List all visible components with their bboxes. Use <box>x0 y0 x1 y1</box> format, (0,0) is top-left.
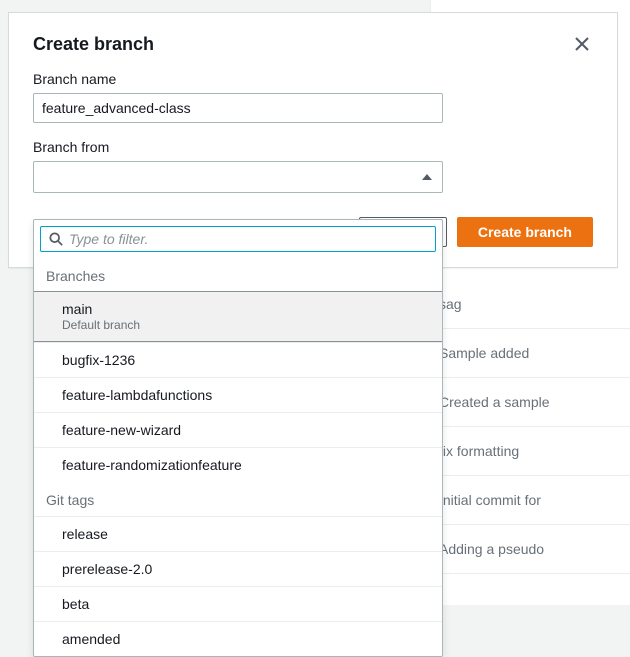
tag-option[interactable]: beta <box>34 586 442 621</box>
option-label: feature-new-wizard <box>62 422 181 438</box>
option-label: release <box>62 526 108 542</box>
create-branch-modal: Create branch Branch name Branch from Ca… <box>8 12 618 268</box>
branch-name-field: Branch name <box>33 71 593 123</box>
filter-input[interactable] <box>69 231 427 247</box>
search-icon <box>49 232 63 246</box>
background-row: Created a sample <box>431 378 630 427</box>
option-label: main <box>62 301 430 317</box>
branch-name-label: Branch name <box>33 71 593 87</box>
background-row: Initial commit for <box>431 476 630 525</box>
background-row: fix formatting <box>431 427 630 476</box>
option-label: feature-lambdafunctions <box>62 387 212 403</box>
branch-option[interactable]: feature-randomizationfeature <box>34 447 442 482</box>
branch-from-select[interactable] <box>33 161 443 193</box>
filter-container <box>40 226 436 252</box>
branch-from-label: Branch from <box>33 139 593 155</box>
branch-from-field: Branch from <box>33 139 593 193</box>
background-row-text: Created a sample <box>439 394 550 410</box>
option-label: feature-randomizationfeature <box>62 457 242 473</box>
tag-option[interactable]: amended <box>34 621 442 656</box>
background-row-text: fix formatting <box>439 443 519 459</box>
chevron-up-icon <box>422 174 432 180</box>
modal-title: Create branch <box>33 34 154 55</box>
create-branch-button[interactable]: Create branch <box>457 217 593 247</box>
modal-header: Create branch <box>9 13 617 71</box>
option-label: beta <box>62 596 89 612</box>
option-label: amended <box>62 631 120 647</box>
option-sublabel: Default branch <box>62 318 430 332</box>
option-label: prerelease-2.0 <box>62 561 152 577</box>
branches-group-header: Branches <box>34 258 442 292</box>
branch-option-main[interactable]: main Default branch <box>34 291 442 342</box>
background-row: Adding a pseudo <box>431 525 630 574</box>
close-button[interactable] <box>571 33 593 55</box>
branch-option[interactable]: feature-new-wizard <box>34 412 442 447</box>
background-row-text: Initial commit for <box>439 492 541 508</box>
background-row: Sample added <box>431 329 630 378</box>
branch-option[interactable]: feature-lambdafunctions <box>34 377 442 412</box>
background-row-text: Sample added <box>439 345 529 361</box>
tags-group-header: Git tags <box>34 482 442 516</box>
branch-option[interactable]: bugfix-1236 <box>34 342 442 377</box>
modal-body: Branch name Branch from <box>9 71 617 193</box>
branch-from-dropdown: Branches main Default branch bugfix-1236… <box>33 219 443 657</box>
option-label: bugfix-1236 <box>62 352 135 368</box>
background-row: sag <box>431 280 630 329</box>
close-icon <box>575 37 589 51</box>
branch-name-input[interactable] <box>33 93 443 123</box>
tag-option[interactable]: prerelease-2.0 <box>34 551 442 586</box>
tag-option[interactable]: release <box>34 516 442 551</box>
background-row-text: Adding a pseudo <box>439 541 544 557</box>
